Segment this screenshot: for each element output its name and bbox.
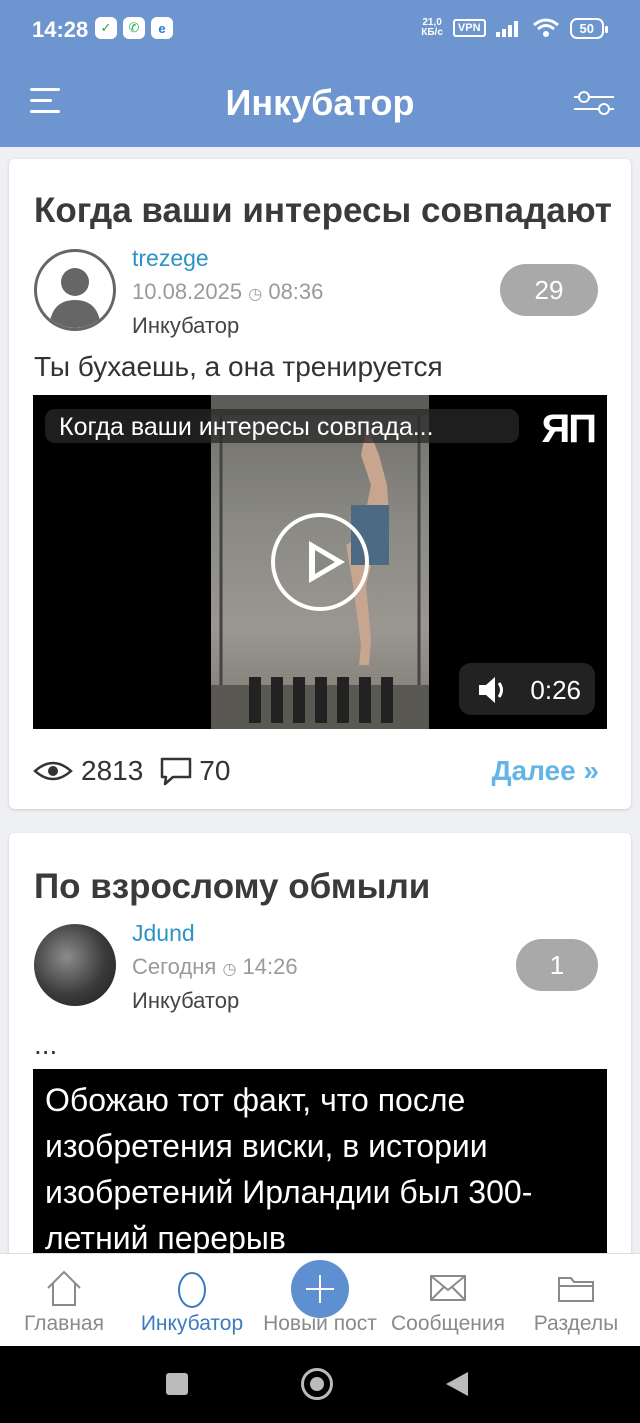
post-stats: 2813 70 xyxy=(33,755,230,787)
speaker-icon xyxy=(479,677,503,703)
user-placeholder-icon xyxy=(49,268,101,328)
post-image[interactable]: Обожаю тот факт, что после изобретения в… xyxy=(33,1069,607,1253)
nav-sections[interactable]: Разделы xyxy=(512,1254,640,1347)
nav-label: Разделы xyxy=(533,1312,619,1335)
folder-icon xyxy=(512,1268,640,1308)
back-button[interactable] xyxy=(446,1372,468,1396)
sliders-icon xyxy=(574,91,614,115)
browser-icon: e xyxy=(151,17,173,39)
status-bar: 14:28 ✓ ✆ e 21,0 КБ/с VPN 50 xyxy=(0,0,640,60)
read-more-link[interactable]: Далее » xyxy=(492,755,599,787)
post-card[interactable]: По взрослому обмыли Jdund Сегодня ◷ 14:2… xyxy=(9,833,631,1253)
app-header: Инкубатор xyxy=(0,60,640,147)
shield-icon: ✓ xyxy=(95,17,117,39)
rating-badge[interactable]: 1 xyxy=(516,939,598,991)
play-button[interactable] xyxy=(271,513,369,611)
battery-icon: 50 xyxy=(569,17,609,39)
section-link[interactable]: Инкубатор xyxy=(132,313,239,339)
post-text: Ты бухаешь, а она тренируется xyxy=(34,351,443,382)
wifi-icon xyxy=(532,18,559,37)
section-link[interactable]: Инкубатор xyxy=(132,988,239,1014)
nav-home[interactable]: Главная xyxy=(0,1254,128,1347)
status-notification-icons: ✓ ✆ e xyxy=(95,17,173,39)
nav-label: Сообщения xyxy=(391,1312,505,1335)
phone-icon: ✆ xyxy=(123,17,145,39)
post-feed[interactable]: Когда ваши интересы совпадают trezege 10… xyxy=(0,147,640,1253)
clock-icon: ◷ xyxy=(248,286,263,303)
eye-icon xyxy=(33,761,73,781)
envelope-icon xyxy=(384,1268,512,1308)
watermark-logo: ЯП xyxy=(541,407,597,451)
home-button[interactable] xyxy=(301,1368,333,1400)
post-date: Сегодня ◷ 14:26 xyxy=(132,954,298,979)
comments-count: 70 xyxy=(199,755,231,786)
views-count: 2813 xyxy=(81,755,144,786)
new-post-button[interactable] xyxy=(291,1260,349,1318)
post-card[interactable]: Когда ваши интересы совпадают trezege 10… xyxy=(9,159,631,809)
post-title[interactable]: Когда ваши интересы совпадают xyxy=(34,191,612,231)
avatar[interactable] xyxy=(34,924,116,1006)
post-text: ... xyxy=(34,1029,58,1060)
clock-icon: ◷ xyxy=(222,961,237,978)
rating-badge[interactable]: 29 xyxy=(500,264,598,316)
status-time: 14:28 xyxy=(32,17,89,42)
video-player[interactable]: Когда ваши интересы совпада... ЯП 0:26 xyxy=(33,395,607,729)
nav-label: Инкубатор xyxy=(140,1312,244,1335)
system-navigation xyxy=(0,1346,640,1423)
status-right: 21,0 КБ/с VPN 50 xyxy=(421,17,609,39)
signal-icon xyxy=(495,21,518,37)
recents-button[interactable] xyxy=(166,1373,188,1395)
author-link[interactable]: Jdund xyxy=(132,920,195,947)
author-link[interactable]: trezege xyxy=(132,245,209,272)
video-duration: 0:26 xyxy=(530,675,581,705)
nav-incubator[interactable]: Инкубатор xyxy=(128,1254,256,1347)
post-title[interactable]: По взрослому обмыли xyxy=(34,867,430,907)
video-title: Когда ваши интересы совпада... xyxy=(59,413,434,441)
vpn-icon: VPN xyxy=(452,19,486,37)
network-speed: 21,0 КБ/с xyxy=(421,17,443,38)
page-title: Инкубатор xyxy=(225,82,415,123)
nav-messages[interactable]: Сообщения xyxy=(384,1254,512,1347)
egg-icon xyxy=(128,1268,256,1308)
post-date: 10.08.2025 ◷ 08:36 xyxy=(132,279,324,304)
avatar[interactable] xyxy=(34,249,116,331)
comment-icon xyxy=(161,757,192,786)
filter-button[interactable] xyxy=(574,88,614,118)
home-icon xyxy=(0,1268,128,1308)
